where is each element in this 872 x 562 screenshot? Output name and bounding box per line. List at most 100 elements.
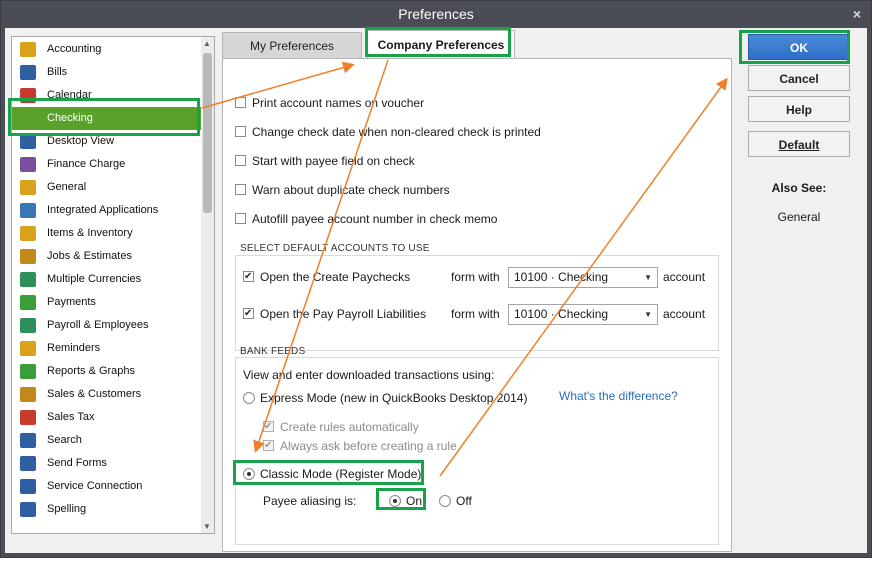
sidebar-item[interactable]: Desktop View (12, 130, 202, 153)
cancel-button[interactable]: Cancel (748, 65, 850, 91)
help-button[interactable]: Help (748, 96, 850, 122)
sidebar-item-label: Service Connection (47, 480, 143, 492)
sidebar-item[interactable]: Payments (12, 291, 202, 314)
option-label: Autofill payee account number in check m… (252, 212, 498, 226)
sidebar-item[interactable]: Bills (12, 61, 202, 84)
scroll-thumb[interactable] (203, 53, 212, 213)
integrated-apps-icon (20, 203, 36, 218)
sidebar-item-label: Multiple Currencies (47, 273, 142, 285)
desktop-view-icon (20, 134, 36, 149)
sidebar-item[interactable]: Integrated Applications (12, 199, 202, 222)
select-value: 10100 · Checking (514, 270, 609, 284)
tab-company-preferences[interactable]: Company Preferences (367, 30, 515, 59)
checkbox-start-with-payee[interactable] (235, 155, 246, 166)
radio-express-mode[interactable] (243, 392, 255, 404)
liabilities-account-select[interactable]: 10100 · Checking ▼ (508, 304, 658, 325)
option-label: Always ask before creating a rule (280, 439, 457, 453)
ok-button[interactable]: OK (748, 34, 850, 60)
account-label: account (663, 270, 706, 284)
sidebar-item[interactable]: General (12, 176, 202, 199)
sidebar-item[interactable]: Service Connection (12, 475, 202, 498)
sidebar-item[interactable]: Spelling (12, 498, 202, 521)
bank-feeds-intro: View and enter downloaded transactions u… (243, 368, 495, 382)
sidebar-item[interactable]: Multiple Currencies (12, 268, 202, 291)
sidebar-item[interactable]: Search (12, 429, 202, 452)
scroll-down-icon[interactable]: ▼ (203, 522, 211, 531)
tab-my-preferences[interactable]: My Preferences (222, 32, 362, 60)
preferences-window: Preferences × Accounting Bills Calendar Che… (0, 0, 872, 558)
close-icon[interactable]: × (853, 1, 861, 28)
option-label: Warn about duplicate check numbers (252, 183, 450, 197)
option-label: Create rules automatically (280, 420, 419, 434)
chevron-down-icon: ▼ (644, 310, 652, 319)
sidebar-item-label: Bills (47, 66, 68, 78)
scroll-up-icon[interactable]: ▲ (203, 39, 211, 48)
option-label: Open the Pay Payroll Liabilities (260, 307, 427, 321)
bills-icon (20, 65, 36, 80)
checkbox-autofill-payee[interactable] (235, 213, 246, 224)
select-value: 10100 · Checking (514, 307, 609, 321)
radio-aliasing-on[interactable] (389, 495, 401, 507)
sidebar-item-label: Payments (47, 296, 96, 308)
finance-charge-icon (20, 157, 36, 172)
checkbox-warn-duplicate[interactable] (235, 184, 246, 195)
sidebar-item[interactable]: Sales & Customers (12, 383, 202, 406)
company-preferences-panel: Print account names on voucher Change ch… (222, 58, 732, 552)
sidebar-item[interactable]: Finance Charge (12, 153, 202, 176)
sales-tax-icon (20, 410, 36, 425)
sidebar-item[interactable]: Reports & Graphs (12, 360, 202, 383)
sidebar-item[interactable]: Accounting (12, 38, 202, 61)
also-see-heading: Also See: (771, 181, 827, 195)
sidebar-item-label: Finance Charge (47, 158, 126, 170)
radio-classic-mode[interactable] (243, 468, 255, 480)
sidebar-item[interactable]: Payroll & Employees (12, 314, 202, 337)
sidebar-item-label: Search (47, 434, 82, 446)
option-label: Classic Mode (Register Mode) (260, 467, 422, 481)
option-label: On (406, 494, 423, 508)
sidebar-item[interactable]: Jobs & Estimates (12, 245, 202, 268)
checkbox-pay-liabilities[interactable] (243, 305, 254, 323)
checkbox-print-account-names[interactable] (235, 97, 246, 108)
whats-the-difference-link[interactable]: What's the difference? (559, 389, 678, 403)
sidebar-item-label: Accounting (47, 43, 102, 55)
multiple-currencies-icon (20, 272, 36, 287)
sidebar-item-label: Send Forms (47, 457, 107, 469)
items-inventory-icon (20, 226, 36, 241)
sidebar-item[interactable]: Sales Tax (12, 406, 202, 429)
sidebar-item-label: Spelling (47, 503, 87, 515)
default-button[interactable]: Default (748, 131, 850, 157)
option-label: Change check date when non-cleared check… (252, 125, 541, 139)
checkbox-always-ask[interactable] (263, 437, 274, 455)
calendar-icon (20, 88, 36, 103)
sidebar-item[interactable]: Calendar (12, 84, 202, 107)
option-label: Print account names on voucher (252, 96, 425, 110)
option-label: Start with payee field on check (252, 154, 415, 168)
sidebar-item-label: Sales Tax (47, 411, 95, 423)
service-connection-icon (20, 479, 36, 494)
sidebar-item-label: Desktop View (47, 135, 115, 147)
also-see-general-link[interactable]: General (748, 210, 850, 224)
sidebar-item-label: Payroll & Employees (47, 319, 149, 331)
checkbox-create-rules[interactable] (263, 418, 274, 436)
jobs-estimates-icon (20, 249, 36, 264)
paychecks-account-select[interactable]: 10100 · Checking ▼ (508, 267, 658, 288)
sidebar-item[interactable]: Checking (12, 107, 202, 130)
sidebar-item-label: Checking (47, 112, 93, 124)
radio-aliasing-off[interactable] (439, 495, 451, 507)
checkbox-change-check-date[interactable] (235, 126, 246, 137)
tab-my-preferences-label: My Preferences (249, 39, 335, 53)
search-icon (20, 433, 36, 448)
sidebar-item[interactable]: Send Forms (12, 452, 202, 475)
sidebar-item[interactable]: Items & Inventory (12, 222, 202, 245)
account-label: account (663, 307, 706, 321)
checkbox-create-paychecks[interactable] (243, 268, 254, 286)
chevron-down-icon: ▼ (644, 273, 652, 282)
form-with-label: form with (451, 307, 500, 321)
payee-aliasing-label: Payee aliasing is: (263, 494, 357, 508)
sidebar-scrollbar[interactable]: ▲ ▼ (201, 36, 215, 534)
sidebar-item[interactable]: Reminders (12, 337, 202, 360)
sidebar-item-label: Items & Inventory (47, 227, 133, 239)
sidebar-item-label: Reminders (47, 342, 101, 354)
general-icon (20, 180, 36, 195)
sidebar-item-label: Integrated Applications (47, 204, 159, 216)
